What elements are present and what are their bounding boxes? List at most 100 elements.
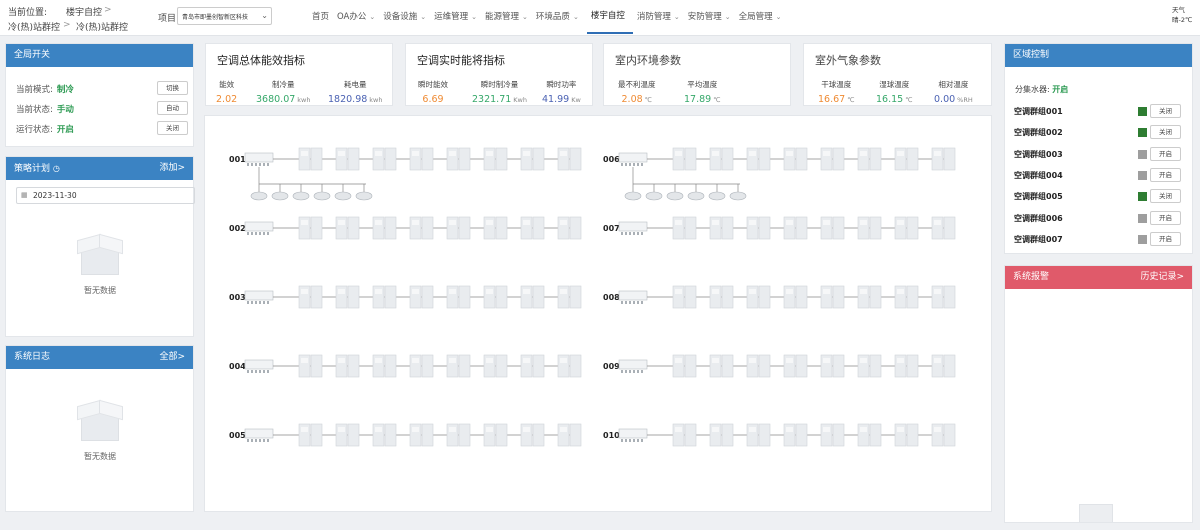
nav-item-label: OA办公	[337, 11, 367, 22]
kpi-label: 瞬时功率	[546, 80, 577, 89]
group-label: 009	[603, 362, 620, 371]
nav-item[interactable]: 全局管理 ⌄	[739, 0, 790, 34]
group-label: 003	[229, 293, 246, 302]
indoor-unit[interactable]	[666, 191, 684, 201]
indoor-unit[interactable]	[687, 191, 705, 201]
kpi-title: 空调实时能将指标	[417, 54, 505, 67]
kpi-label: 制冷量	[272, 80, 295, 89]
nav-item[interactable]: 能源管理 ⌄	[485, 0, 536, 34]
kpi-item: 湿球温度 16.15 ℃	[876, 79, 913, 105]
mode-label: 当前模式:	[16, 85, 53, 95]
breadcrumb-item[interactable]: 楼宇自控	[66, 5, 102, 18]
calendar-icon: ▦	[21, 191, 28, 199]
indoor-unit[interactable]	[250, 191, 268, 201]
kpi-item: 耗电量 1820.98 kwh	[328, 79, 383, 105]
nav-item-label: 全局管理	[738, 11, 773, 22]
indoor-unit[interactable]	[313, 191, 331, 201]
indoor-unit[interactable]	[334, 191, 352, 201]
group-label: 005	[229, 431, 246, 440]
zone-group-name: 空调群组002	[1014, 128, 1063, 138]
kpi-label: 相对温度	[938, 80, 969, 89]
zone-toggle-button[interactable]: 开启	[1150, 210, 1181, 225]
nav-item[interactable]: 首页	[312, 0, 337, 34]
alarm-title: 系统报警	[1013, 272, 1050, 282]
breadcrumb-item[interactable]: 冷(热)站群控	[8, 20, 60, 33]
nav-item-label: 消防管理	[636, 11, 671, 22]
indoor-unit[interactable]	[645, 191, 663, 201]
weather-value: 晴-2℃	[1172, 16, 1193, 24]
syslog-panel: 系统日志 全部> 暂无数据	[5, 345, 194, 512]
indoor-unit[interactable]	[624, 191, 642, 201]
zone-group-name: 空调群组005	[1014, 192, 1063, 202]
controller-unit[interactable]	[244, 290, 274, 304]
controller-unit[interactable]	[244, 428, 274, 442]
kpi-label: 湿球温度	[879, 80, 910, 89]
nav-item[interactable]: 运维管理 ⌄	[434, 0, 485, 34]
chevron-down-icon: ⌄	[369, 12, 376, 21]
alarm-history-link[interactable]: 历史记录>	[1140, 266, 1184, 289]
empty-text: 暂无数据	[84, 452, 116, 461]
controller-unit[interactable]	[618, 359, 648, 373]
kpi-value: 6.69	[422, 94, 444, 105]
nav-item[interactable]: 楼宇自控	[586, 0, 633, 34]
zone-toggle-button[interactable]: 关闭	[1150, 189, 1181, 204]
close-button[interactable]: 关闭	[157, 121, 188, 135]
controller-unit[interactable]	[618, 152, 648, 166]
zone-status-indicator	[1138, 213, 1147, 223]
zone-group-name: 空调群组007	[1014, 234, 1063, 244]
add-strategy-link[interactable]: 添加>	[159, 157, 185, 180]
zone-toggle-button[interactable]: 开启	[1150, 167, 1181, 182]
indoor-unit[interactable]	[729, 191, 747, 201]
zone-status-indicator	[1138, 107, 1147, 116]
group-label: 008	[603, 293, 620, 302]
empty-box-icon	[1071, 498, 1121, 522]
controller-unit[interactable]	[244, 152, 274, 166]
nav-item[interactable]: 安防管理 ⌄	[688, 0, 739, 34]
group-label: 010	[603, 431, 620, 440]
nav-item[interactable]: 设备设施 ⌄	[383, 0, 434, 34]
indoor-unit[interactable]	[271, 191, 289, 201]
kpi-value: 3680.07 kwh	[256, 94, 311, 105]
nav-item[interactable]: 消防管理 ⌄	[637, 0, 688, 34]
project-select[interactable]: 青岛市即墨创智新区科技 ⌄	[177, 7, 272, 25]
indoor-unit[interactable]	[708, 191, 726, 201]
controller-unit[interactable]	[244, 359, 274, 373]
run-value: 开启	[56, 125, 74, 135]
kpi-value: 17.89 ℃	[684, 94, 721, 105]
project-select-value: 青岛市即墨创智新区科技	[182, 14, 249, 21]
controller-unit[interactable]	[618, 428, 648, 442]
zone-control-header: 区域控制	[1005, 44, 1192, 67]
indoor-unit[interactable]	[355, 191, 373, 201]
group-label: 006	[603, 155, 620, 164]
date-picker[interactable]: ▦ 2023-11-30	[16, 187, 195, 204]
syslog-header: 系统日志 全部>	[6, 346, 193, 369]
zone-toggle-button[interactable]: 开启	[1150, 231, 1181, 246]
controller-unit[interactable]	[618, 290, 648, 304]
zone-toggle-button[interactable]: 关闭	[1150, 125, 1181, 140]
alarm-panel: 系统报警 历史记录>	[1004, 265, 1193, 523]
chevron-down-icon: ⌄	[522, 12, 528, 21]
auto-button[interactable]: 自动	[157, 101, 188, 115]
kpi-item: 瞬时功率 41.99 Kw	[542, 79, 581, 105]
zone-toggle-button[interactable]: 关闭	[1150, 104, 1181, 118]
group-label: 002	[229, 224, 246, 233]
state-label: 当前状态:	[16, 105, 53, 115]
syslog-all-link[interactable]: 全部>	[159, 346, 185, 369]
nav-item[interactable]: OA办公 ⌄	[337, 0, 383, 34]
switch-mode-button[interactable]: 切换	[157, 81, 188, 95]
run-label: 运行状态:	[16, 125, 53, 135]
state-value: 手动	[56, 105, 74, 115]
controller-unit[interactable]	[618, 221, 648, 235]
nav-item[interactable]: 环境品质 ⌄	[536, 0, 587, 34]
date-value: 2023-11-30	[33, 191, 77, 200]
indoor-unit[interactable]	[292, 191, 310, 201]
kpi-item: 干球温度 16.67 ℃	[818, 79, 855, 105]
zone-toggle-button[interactable]: 开启	[1150, 146, 1181, 161]
global-switch-panel: 全局开关 当前模式: 制冷 切换 当前状态: 手动 自动 运行状态: 开启 关闭	[5, 43, 194, 147]
kpi-value: 2.08 ℃	[621, 94, 652, 105]
kpi-card-overall: 空调总体能效指标 能效 2.02 制冷量 3680.07 kwh 耗电量 1820.98…	[205, 43, 393, 106]
nav-item-label: 首页	[312, 11, 330, 22]
kpi-item: 相对温度 0.00 %RH	[934, 79, 973, 105]
chevron-down-icon: ⌄	[673, 12, 680, 21]
controller-unit[interactable]	[244, 221, 274, 235]
